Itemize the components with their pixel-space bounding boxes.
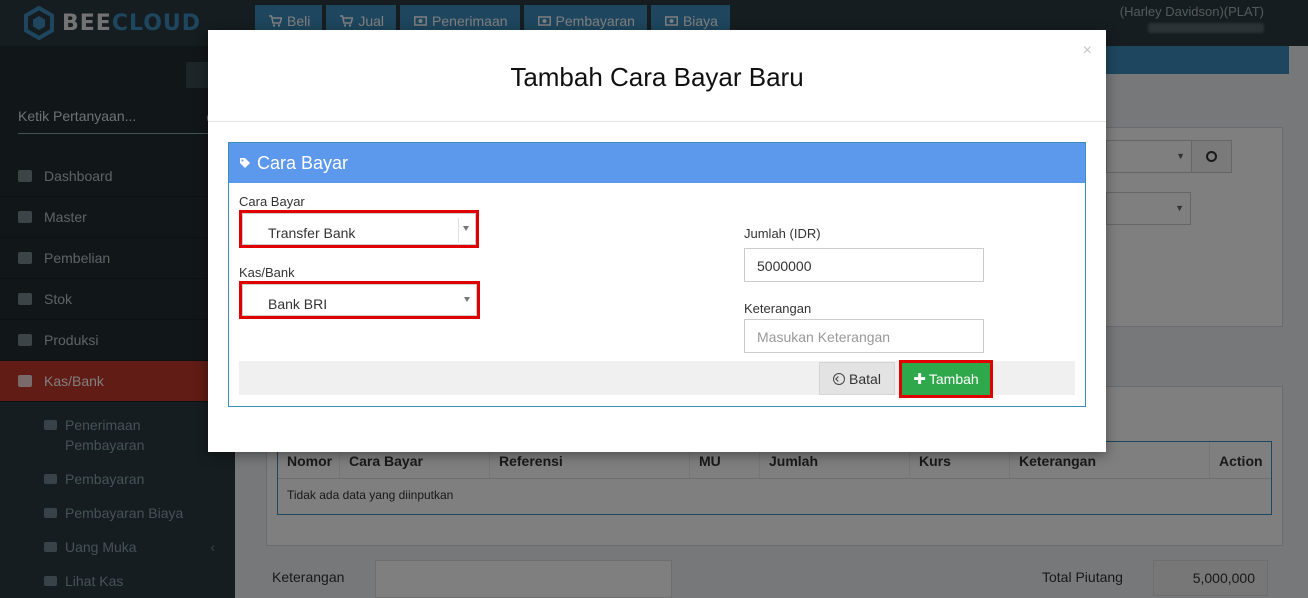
tag-icon [240, 158, 250, 168]
cara-bayar-box: Cara Bayar Cara Bayar Transfer Bank Kas/… [228, 142, 1086, 407]
kas-bank-label: Kas/Bank [239, 265, 295, 280]
kas-bank-select[interactable]: Bank BRI [242, 284, 477, 316]
modal-title: Tambah Cara Bayar Baru [510, 62, 804, 92]
close-icon[interactable]: × [1083, 42, 1092, 60]
add-payment-method-modal: × Tambah Cara Bayar Baru Cara Bayar Cara… [208, 30, 1106, 452]
jumlah-input[interactable]: 5000000 [744, 248, 984, 282]
caret-down-icon [464, 297, 470, 302]
circle-arrow-left-icon [833, 372, 846, 385]
box-title: Cara Bayar [257, 152, 349, 173]
keterangan-label: Keterangan [744, 301, 812, 316]
caret-down-icon [463, 226, 469, 231]
modal-header: Tambah Cara Bayar Baru [208, 30, 1106, 122]
jumlah-label: Jumlah (IDR) [744, 226, 821, 241]
tambah-button[interactable]: ✚ Tambah [902, 363, 990, 395]
plus-icon: ✚ [913, 371, 926, 388]
select-divider [458, 218, 459, 242]
cara-bayar-label: Cara Bayar [239, 194, 305, 209]
batal-button[interactable]: Batal [819, 362, 895, 395]
keterangan-input[interactable]: Masukan Keterangan [744, 319, 984, 353]
cara-bayar-select[interactable]: Transfer Bank [242, 213, 476, 245]
tambah-highlight: ✚ Tambah [899, 360, 993, 398]
box-header: Cara Bayar [229, 143, 1085, 183]
